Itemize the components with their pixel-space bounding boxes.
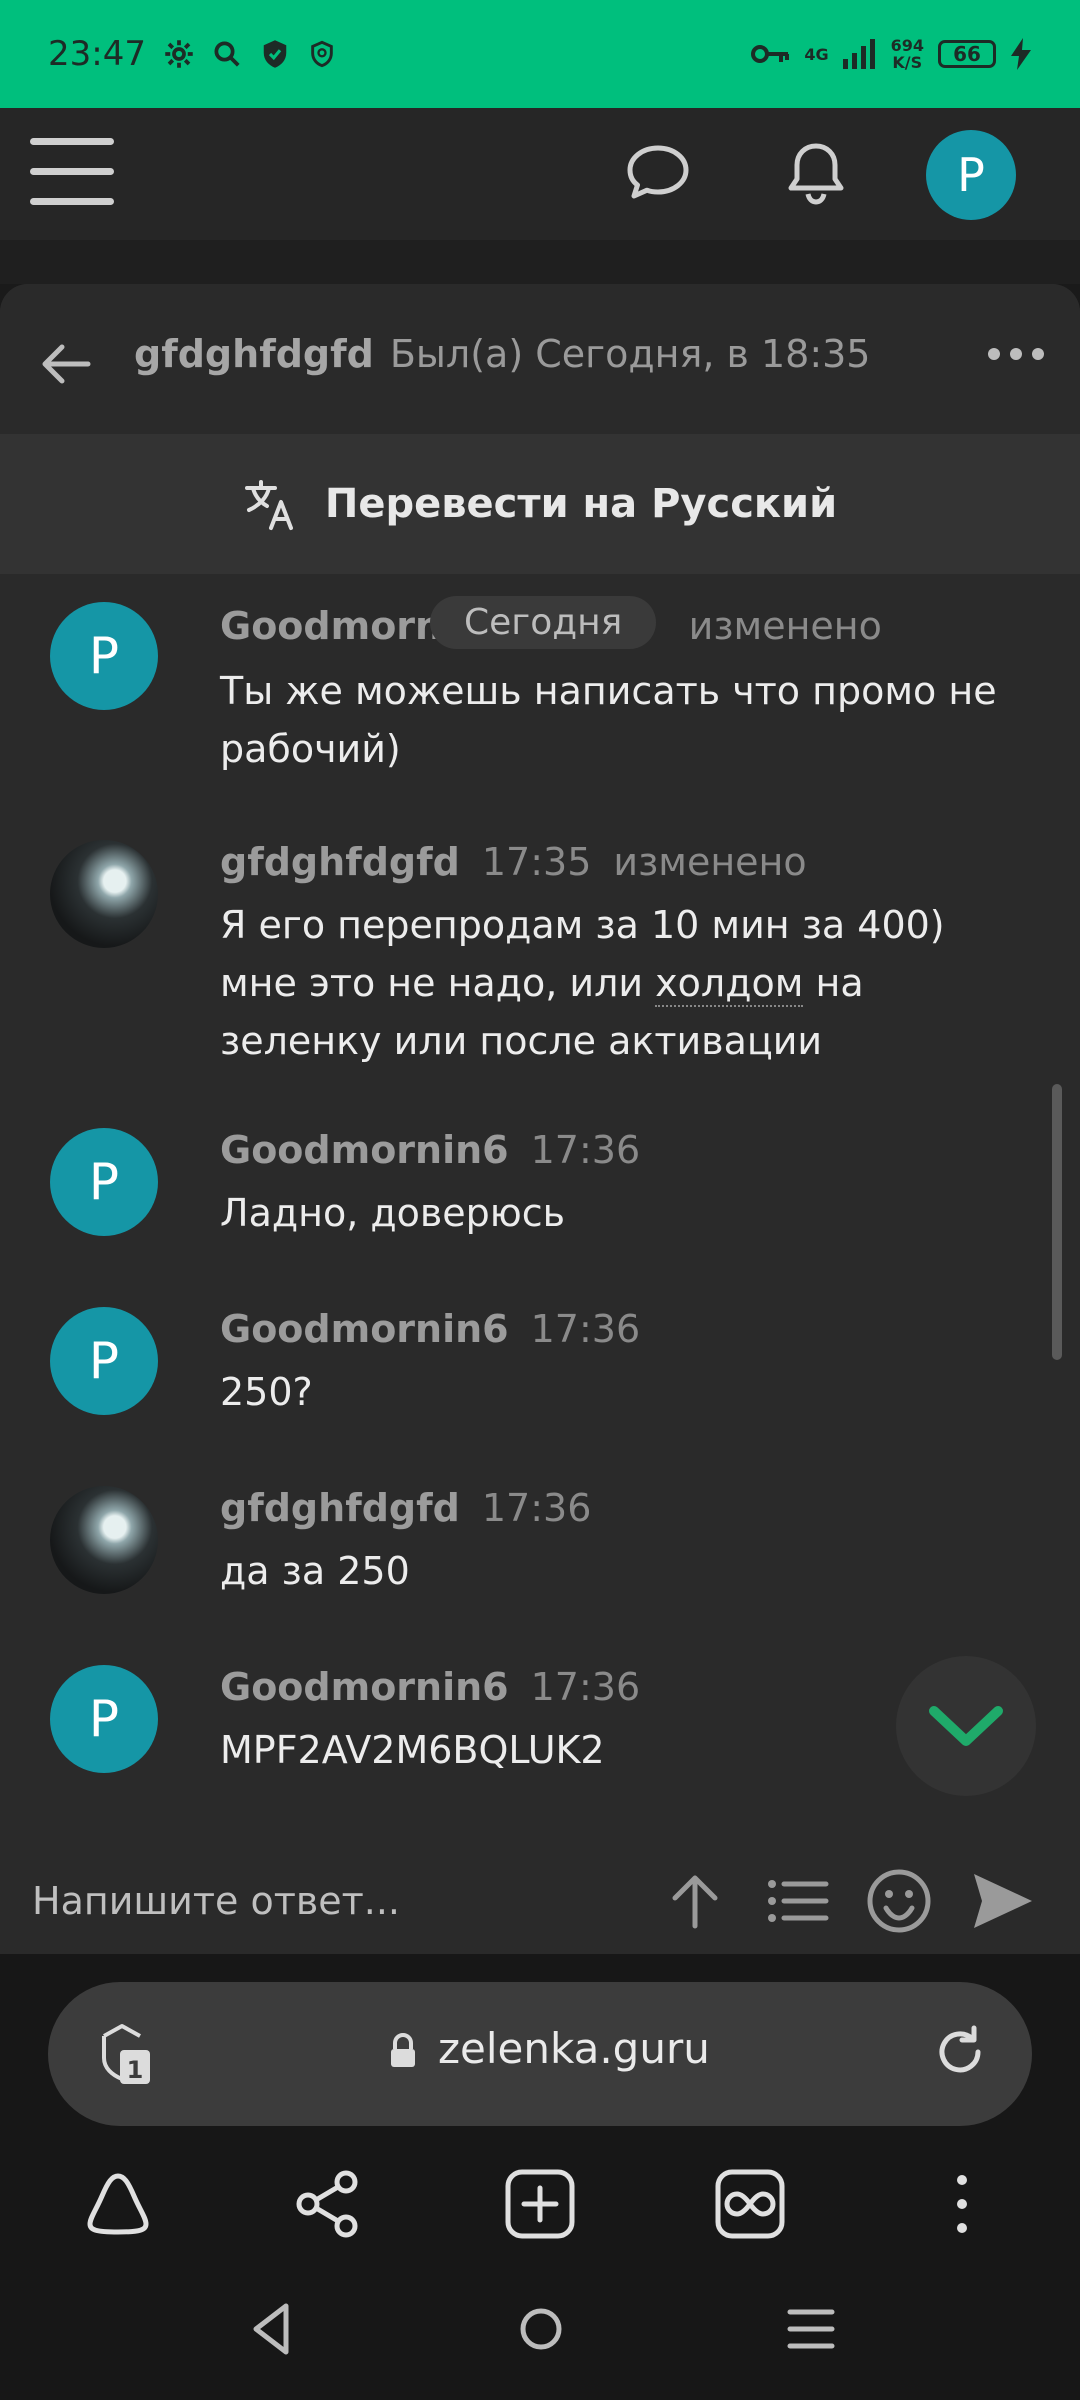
address-bar[interactable]: 1 zelenka.guru [48,1982,1032,2126]
message-author[interactable]: Goodmornin6 [220,1665,509,1709]
clock: 23:47 [48,34,146,74]
chat-bubble-icon[interactable] [616,132,700,216]
app-header: P [0,108,1080,240]
nav-back-icon[interactable] [236,2294,306,2364]
user-avatar[interactable]: P [926,130,1016,220]
edited-label: изменено [688,604,882,648]
message-meta: gfdghfdgfd 17:35 изменено [220,840,807,884]
tab-switcher-icon[interactable]: 1 [90,2018,162,2090]
avatar[interactable]: P [50,1665,158,1773]
message-time: 17:36 [530,1665,641,1709]
conversation-header: gfdghfdgfd Был(а) Сегодня, в 18:35 [0,284,1080,434]
battery-indicator: 66 [938,40,996,68]
more-options-icon[interactable] [988,348,1044,360]
message-meta: Goodmornin6 17:36 [220,1307,640,1351]
back-arrow-icon[interactable] [36,334,96,394]
emoji-icon[interactable] [864,1866,934,1936]
nav-home-icon[interactable] [506,2294,576,2364]
tab-count: 1 [127,2056,144,2084]
scrollbar[interactable] [1052,1084,1062,1360]
browser-home-icon[interactable] [78,2164,158,2244]
edited-label: изменено [613,840,807,884]
signal-icon [842,39,875,69]
message-text: Я его перепродам за 10 мин за 400) мне э… [220,903,945,1063]
data-speed: 694 K/S [890,36,924,72]
avatar[interactable] [50,1486,158,1594]
share-icon[interactable] [288,2164,368,2244]
reply-composer [0,1844,1080,1954]
chevron-down-icon [929,1706,1003,1746]
message-text: Ладно, доверюсь [220,1191,566,1235]
settings-gear-icon [165,40,193,68]
nav-recents-icon[interactable] [776,2294,846,2364]
date-separator: Сегодня [430,596,657,649]
message-author[interactable]: gfdghfdgfd [220,840,460,884]
shield-icon [263,40,287,68]
message-meta: Goodmornin6 17:36 [220,1665,640,1709]
url-text[interactable]: zelenka.guru [438,2024,710,2073]
avatar[interactable] [50,840,158,948]
reply-input[interactable] [30,1870,634,1932]
bell-icon[interactable] [774,132,858,216]
avatar[interactable]: P [50,602,158,710]
more-vertical-icon[interactable] [922,2164,1002,2244]
search-icon [214,41,240,67]
message-author[interactable]: gfdghfdgfd [220,1486,460,1530]
conversation-panel: gfdghfdgfd Был(а) Сегодня, в 18:35 Переве… [0,284,1080,1954]
message-author[interactable]: Goodmornin6 [220,1307,509,1351]
message-time: 17:36 [530,1128,641,1172]
list-icon[interactable] [762,1866,832,1936]
menu-icon[interactable] [30,138,114,210]
translate-button[interactable]: Перевести на Русский [0,434,1080,574]
browser-chrome: 1 zelenka.guru [0,1954,1080,2400]
message-time: 17:36 [530,1307,641,1351]
translate-icon [244,480,293,530]
charging-bolt-icon [1011,38,1031,70]
network-type: 4G [804,44,829,64]
new-tab-icon[interactable] [500,2164,580,2244]
contact-name[interactable]: gfdghfdgfd [134,332,374,376]
message-text: 250? [220,1370,313,1414]
key-icon [751,45,790,63]
send-icon[interactable] [968,1866,1038,1936]
message-text: Ты же можешь написать что промо не рабоч… [220,669,997,771]
reload-icon[interactable] [930,2022,990,2082]
avatar[interactable]: P [50,1307,158,1415]
message-text: да за 250 [220,1549,410,1593]
security-shield-icon [311,40,333,68]
glossary-term[interactable]: холдом [655,961,804,1007]
conversation-title: gfdghfdgfd Был(а) Сегодня, в 18:35 [134,332,870,376]
message-time: 17:36 [481,1486,592,1530]
message-meta: gfdghfdgfd 17:36 [220,1486,591,1530]
last-seen: Был(а) Сегодня, в 18:35 [389,332,871,376]
message-author[interactable]: Goodmornin6 [220,1128,509,1172]
lock-icon [391,2033,415,2067]
scroll-to-bottom-button[interactable] [896,1656,1036,1796]
infinity-icon[interactable] [710,2164,790,2244]
upload-arrow-icon[interactable] [660,1866,730,1936]
avatar[interactable]: P [50,1128,158,1236]
message-meta: Goodmornin6 17:36 [220,1128,640,1172]
status-bar: 23:47 4G 694 K/S 66 [0,0,1080,108]
message-time: 17:35 [481,840,592,884]
header-spacer [0,240,1080,284]
